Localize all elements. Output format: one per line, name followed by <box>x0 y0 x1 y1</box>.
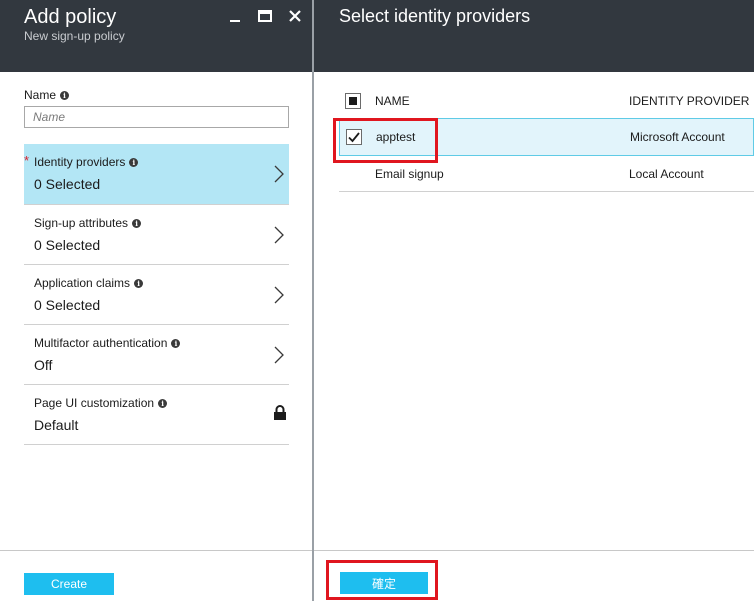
minimize-icon[interactable] <box>226 6 244 26</box>
row-provider: Microsoft Account <box>630 130 725 144</box>
column-header-name[interactable]: NAME <box>375 94 410 108</box>
name-input[interactable] <box>24 106 289 128</box>
grid-header: NAME IDENTITY PROVIDER <box>339 84 754 118</box>
nav-item-application-claims[interactable]: Application claims i 0 Selected <box>24 265 289 325</box>
chevron-right-icon <box>274 226 284 244</box>
identity-providers-grid: NAME IDENTITY PROVIDER apptest Microsoft… <box>339 84 754 192</box>
add-policy-footer: Create <box>0 550 312 602</box>
partial-checkbox-icon <box>345 93 361 109</box>
nav-item-value: Off <box>34 357 53 373</box>
info-icon[interactable]: i <box>171 338 181 348</box>
blade-title: Add policy <box>24 6 117 28</box>
nav-item-identity-providers[interactable]: * Identity providers i 0 Selected <box>24 144 289 205</box>
maximize-icon[interactable] <box>256 6 274 26</box>
table-row[interactable]: Email signup Local Account <box>339 156 754 192</box>
window-controls <box>226 6 304 26</box>
info-icon[interactable]: i <box>132 218 142 228</box>
add-policy-header: Add policy New sign-up policy <box>0 0 312 72</box>
nav-item-value: Default <box>34 417 79 433</box>
chevron-right-icon <box>274 286 284 304</box>
nav-item-title: Page UI customization i <box>34 396 168 410</box>
info-icon[interactable]: i <box>60 90 70 100</box>
row-provider: Local Account <box>629 166 704 181</box>
chevron-right-icon <box>274 165 284 183</box>
row-name: Email signup <box>375 166 444 181</box>
close-icon[interactable] <box>286 6 304 26</box>
nav-item-title-text: Identity providers <box>34 155 126 169</box>
required-indicator: * <box>24 153 30 168</box>
info-icon[interactable]: i <box>129 157 139 167</box>
policy-settings-list: * Identity providers i 0 Selected Sign-u… <box>24 144 289 445</box>
column-header-identity-provider[interactable]: IDENTITY PROVIDER <box>629 94 749 108</box>
nav-item-title: Application claims i <box>34 276 144 290</box>
name-label-text: Name <box>24 88 57 102</box>
select-providers-header: Select identity providers <box>314 0 754 72</box>
nav-item-value: 0 Selected <box>34 176 101 192</box>
row-name: apptest <box>376 130 416 144</box>
info-icon[interactable]: i <box>158 398 168 408</box>
lock-icon <box>274 405 286 420</box>
nav-item-page-ui-customization[interactable]: Page UI customization i Default <box>24 385 289 445</box>
select-identity-providers-blade: Select identity providers NAME IDENTITY … <box>314 0 754 601</box>
create-button[interactable]: Create <box>24 573 114 595</box>
nav-item-multifactor-authentication[interactable]: Multifactor authentication i Off <box>24 325 289 385</box>
nav-item-value: 0 Selected <box>34 237 101 253</box>
name-label: Name i <box>24 88 70 102</box>
nav-item-title: Identity providers i <box>34 155 139 169</box>
nav-item-title: Sign-up attributes i <box>34 216 142 230</box>
ok-button[interactable]: 確定 <box>340 572 428 594</box>
nav-item-title-text: Application claims <box>34 276 131 290</box>
nav-item-title-text: Page UI customization <box>34 396 155 410</box>
table-row[interactable]: apptest Microsoft Account <box>339 118 754 156</box>
chevron-right-icon <box>274 346 284 364</box>
add-policy-blade: Add policy New sign-up policy Name i * I… <box>0 0 312 601</box>
row-checkbox[interactable] <box>346 129 362 145</box>
nav-item-title: Multifactor authentication i <box>34 336 181 350</box>
nav-item-value: 0 Selected <box>34 297 101 313</box>
blade-subtitle: New sign-up policy <box>24 29 125 43</box>
nav-item-title-text: Sign-up attributes <box>34 216 129 230</box>
checkbox-box <box>346 129 362 145</box>
checkmark-icon <box>348 132 360 143</box>
select-all-checkbox[interactable] <box>345 93 361 109</box>
nav-item-title-text: Multifactor authentication <box>34 336 168 350</box>
select-providers-footer: 確定 <box>314 550 754 602</box>
info-icon[interactable]: i <box>134 278 144 288</box>
nav-item-sign-up-attributes[interactable]: Sign-up attributes i 0 Selected <box>24 205 289 265</box>
blade-title: Select identity providers <box>339 6 531 26</box>
